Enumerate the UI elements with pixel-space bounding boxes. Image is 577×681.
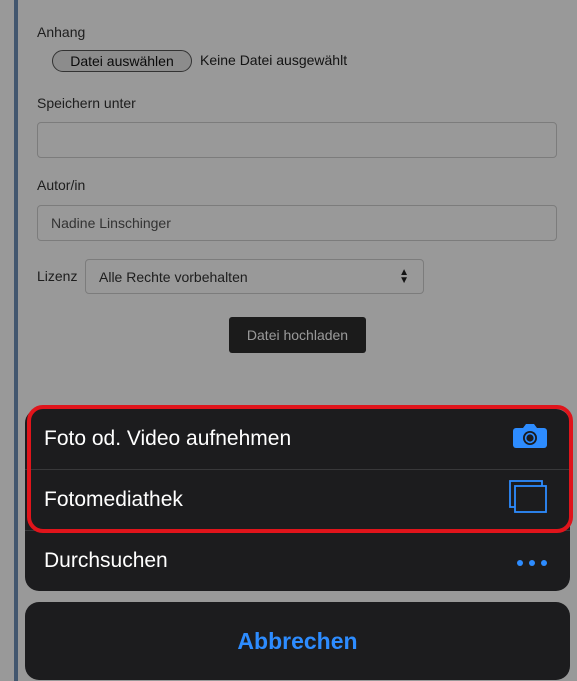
more-dots-icon [516,549,548,573]
photo-library-option[interactable]: Fotomediathek [25,470,570,530]
photo-library-label: Fotomediathek [44,488,183,511]
camera-icon [512,423,548,455]
screen: Anhang Datei auswählen Keine Datei ausge… [0,0,577,681]
browse-option[interactable]: Durchsuchen [25,531,570,591]
browse-label: Durchsuchen [44,549,168,572]
photo-library-icon [508,480,548,520]
take-photo-video-label: Foto od. Video aufnehmen [44,427,292,450]
action-sheet: Foto od. Video aufnehmen Fotomediathek D… [25,409,570,591]
take-photo-video-option[interactable]: Foto od. Video aufnehmen [25,409,570,469]
cancel-button[interactable]: Abbrechen [25,602,570,680]
